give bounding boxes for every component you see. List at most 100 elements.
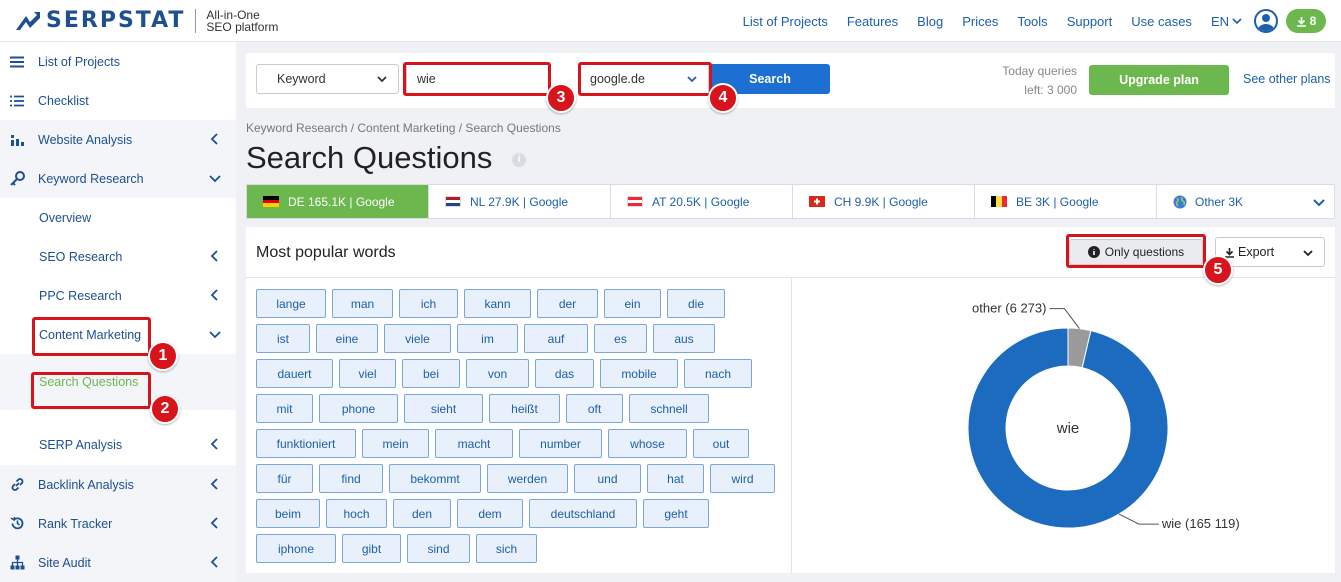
word-chip[interactable]: heißt — [489, 394, 560, 423]
user-avatar-icon[interactable] — [1254, 9, 1278, 33]
word-chip[interactable]: aus — [653, 324, 715, 353]
word-chip[interactable]: dauert — [256, 359, 333, 388]
word-chip[interactable]: und — [574, 464, 641, 493]
sidebar-item-site-audit[interactable]: Site Audit — [0, 543, 236, 582]
annotation-box-database — [578, 62, 712, 96]
word-chip[interactable]: phone — [319, 394, 398, 423]
annotation-number-1: 1 — [148, 341, 178, 371]
word-chip[interactable]: kann — [464, 289, 531, 318]
nav-blog[interactable]: Blog — [917, 14, 943, 29]
word-chip[interactable]: viele — [384, 324, 451, 353]
logo-text: SERPSTAT — [46, 8, 186, 33]
word-chip[interactable]: wird — [710, 464, 775, 493]
nav-list-of-projects[interactable]: List of Projects — [743, 14, 828, 29]
word-chip[interactable]: funktioniert — [256, 429, 356, 458]
word-chip[interactable]: das — [535, 359, 594, 388]
word-chip[interactable]: out — [693, 429, 749, 458]
downloads-button[interactable]: 8 — [1286, 9, 1326, 33]
serpstat-logo[interactable]: SERPSTAT All-in-One SEO platform — [14, 8, 278, 33]
word-chip[interactable]: number — [519, 429, 602, 458]
sidebar-item-ppc-research[interactable]: PPC Research — [0, 276, 236, 315]
word-chip[interactable]: mobile — [600, 359, 678, 388]
word-chip[interactable]: whose — [608, 429, 687, 458]
word-chip[interactable]: viel — [339, 359, 396, 388]
see-other-plans-link[interactable]: See other plans — [1243, 72, 1331, 86]
upgrade-plan-button[interactable]: Upgrade plan — [1089, 65, 1229, 95]
sidebar-item-label: Rank Tracker — [38, 516, 113, 531]
word-chip[interactable]: hoch — [326, 499, 387, 528]
page-title: Search Questions — [246, 140, 493, 175]
word-chip[interactable]: nach — [684, 359, 752, 388]
word-chip[interactable]: beim — [256, 499, 320, 528]
word-chip[interactable]: bei — [402, 359, 460, 388]
info-icon[interactable]: i — [512, 153, 526, 167]
word-chip[interactable]: gibt — [342, 534, 401, 563]
checklist-icon — [9, 93, 25, 109]
word-chip[interactable]: der — [537, 289, 598, 318]
word-chip[interactable]: sind — [407, 534, 470, 563]
word-chip[interactable]: es — [594, 324, 647, 353]
tab-at[interactable]: AT 20.5K | Google — [611, 185, 793, 218]
word-chip[interactable]: ist — [256, 324, 310, 353]
word-chip[interactable]: ich — [399, 289, 458, 318]
annotation-box-search-questions — [31, 372, 151, 409]
tab-be[interactable]: BE 3K | Google — [975, 185, 1157, 218]
word-chip[interactable]: schnell — [629, 394, 709, 423]
word-chip[interactable]: mit — [256, 394, 313, 423]
word-chip[interactable]: sieht — [404, 394, 483, 423]
sidebar-item-list-of-projects[interactable]: List of Projects — [0, 42, 236, 81]
tab-other[interactable]: Other 3K — [1157, 185, 1334, 218]
tab-de[interactable]: DE 165.1K | Google — [247, 185, 429, 218]
nav-support[interactable]: Support — [1067, 14, 1113, 29]
search-type-select[interactable]: Keyword — [256, 64, 399, 94]
word-chip[interactable]: ein — [604, 289, 661, 318]
sidebar-item-overview[interactable]: Overview — [0, 198, 236, 237]
word-chip[interactable]: dem — [457, 499, 523, 528]
flag-at-icon — [627, 196, 643, 207]
word-row: funktioniert mein macht number whose out — [256, 429, 786, 458]
sidebar: List of Projects Checklist Website Analy… — [0, 42, 236, 582]
country-tabs: DE 165.1K | Google NL 27.9K | Google AT … — [246, 184, 1335, 219]
sidebar-item-serp-analysis[interactable]: SERP Analysis — [0, 425, 236, 464]
language-selector[interactable]: EN — [1211, 14, 1242, 29]
word-chip[interactable]: sich — [476, 534, 537, 563]
word-chip[interactable]: iphone — [256, 534, 336, 563]
word-chip[interactable]: von — [466, 359, 529, 388]
sitemap-icon — [9, 555, 25, 571]
annotation-number-3: 3 — [546, 83, 576, 113]
word-chip[interactable]: find — [319, 464, 383, 493]
sidebar-item-rank-tracker[interactable]: Rank Tracker — [0, 504, 236, 543]
key-icon — [9, 171, 25, 187]
word-chip[interactable]: werden — [487, 464, 568, 493]
word-chip[interactable]: die — [667, 289, 725, 318]
word-chip[interactable]: den — [393, 499, 451, 528]
word-chip[interactable]: man — [332, 289, 393, 318]
sidebar-item-backlink-analysis[interactable]: Backlink Analysis — [0, 465, 236, 504]
word-chip[interactable]: macht — [435, 429, 513, 458]
sidebar-item-keyword-research[interactable]: Keyword Research — [0, 159, 236, 198]
word-chip[interactable]: geht — [643, 499, 709, 528]
word-chip[interactable]: hat — [647, 464, 704, 493]
sidebar-item-label: Site Audit — [38, 555, 91, 570]
word-chip[interactable]: lange — [256, 289, 326, 318]
tab-label: BE 3K | Google — [1016, 194, 1099, 209]
word-chip[interactable]: für — [256, 464, 313, 493]
nav-tools[interactable]: Tools — [1017, 14, 1047, 29]
nav-use-cases[interactable]: Use cases — [1131, 14, 1192, 29]
word-chip[interactable]: deutschland — [529, 499, 637, 528]
word-chip[interactable]: bekommt — [389, 464, 481, 493]
tab-ch[interactable]: CH 9.9K | Google — [793, 185, 975, 218]
tab-nl[interactable]: NL 27.9K | Google — [429, 185, 611, 218]
word-chip[interactable]: oft — [566, 394, 623, 423]
donut-leader-line — [1049, 308, 1080, 329]
nav-prices[interactable]: Prices — [962, 14, 998, 29]
sidebar-item-website-analysis[interactable]: Website Analysis — [0, 120, 236, 159]
word-chip[interactable]: eine — [316, 324, 378, 353]
sidebar-item-checklist[interactable]: Checklist — [0, 81, 236, 120]
word-chip[interactable]: mein — [362, 429, 429, 458]
word-chip[interactable]: auf — [524, 324, 588, 353]
sidebar-item-seo-research[interactable]: SEO Research — [0, 237, 236, 276]
word-chip[interactable]: im — [457, 324, 518, 353]
breadcrumb[interactable]: Keyword Research / Content Marketing / S… — [246, 121, 561, 135]
nav-features[interactable]: Features — [847, 14, 898, 29]
